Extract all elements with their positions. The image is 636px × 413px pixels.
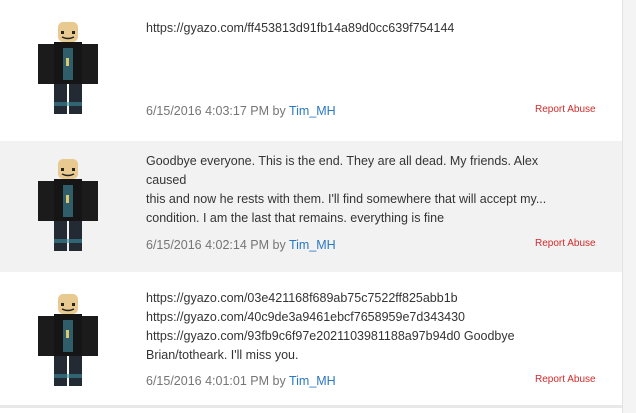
report-abuse-link[interactable]: Report Abuse: [535, 374, 596, 385]
comment-meta: 6/15/2016 4:03:17 PM by Tim_MH: [146, 104, 336, 118]
comment-date: 6/15/2016 4:03:17 PM: [146, 104, 270, 118]
author-link[interactable]: Tim_MH: [289, 104, 336, 118]
by-label: by: [272, 374, 286, 388]
report-abuse-link[interactable]: Report Abuse: [535, 104, 596, 115]
author-link[interactable]: Tim_MH: [289, 238, 336, 252]
avatar-image: [38, 159, 98, 251]
avatar-image: [38, 22, 98, 114]
avatar[interactable]: [28, 157, 108, 253]
comment-meta: 6/15/2016 4:01:01 PM by Tim_MH: [146, 374, 336, 388]
report-abuse-link[interactable]: Report Abuse: [535, 238, 596, 249]
avatar[interactable]: [28, 292, 108, 388]
scrollbar-track[interactable]: [622, 0, 636, 413]
comment-text: https://gyazo.com/03e421168f689ab75c7522…: [146, 291, 515, 362]
comment-divider: [0, 405, 622, 408]
comment-item: https://gyazo.com/ff453813d91fb14a89d0cc…: [0, 0, 622, 131]
author-link[interactable]: Tim_MH: [289, 374, 336, 388]
comment-date: 6/15/2016 4:02:14 PM: [146, 238, 270, 252]
comment-item: https://gyazo.com/03e421168f689ab75c7522…: [0, 282, 622, 405]
avatar-image: [38, 294, 98, 386]
by-label: by: [272, 104, 286, 118]
comments-panel: https://gyazo.com/ff453813d91fb14a89d0cc…: [0, 0, 622, 413]
avatar[interactable]: [28, 20, 108, 116]
comment-item: Goodbye everyone. This is the end. They …: [0, 141, 622, 272]
comment-meta: 6/15/2016 4:02:14 PM by Tim_MH: [146, 238, 336, 252]
comment-text: https://gyazo.com/ff453813d91fb14a89d0cc…: [146, 21, 455, 35]
by-label: by: [272, 238, 286, 252]
comment-date: 6/15/2016 4:01:01 PM: [146, 374, 270, 388]
comment-text: Goodbye everyone. This is the end. They …: [146, 154, 547, 225]
